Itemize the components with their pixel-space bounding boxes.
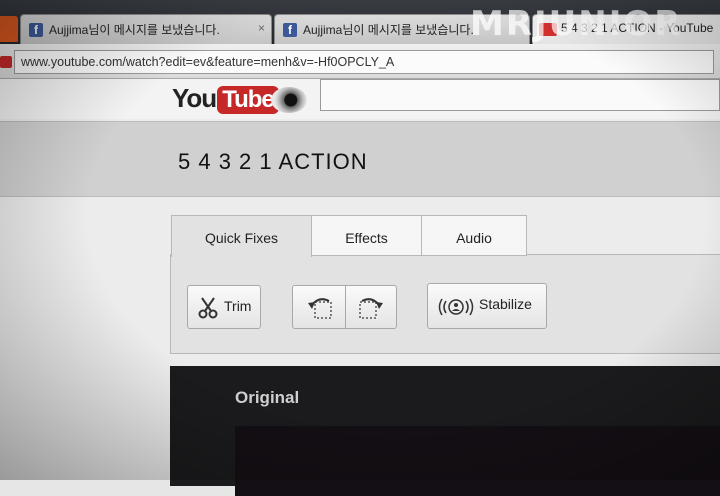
rotate-left-button[interactable]: [292, 285, 346, 329]
logo-tube-text: Tube: [217, 86, 279, 114]
rotate-right-icon: [359, 298, 383, 319]
page: You Tube 5 4 3 2 1 ACTION Quick Fixes Eff…: [0, 79, 720, 496]
facebook-icon: f: [283, 23, 297, 37]
search-input[interactable]: [320, 79, 720, 111]
close-tab-icon[interactable]: ×: [258, 21, 265, 35]
rotate-left-icon: [308, 298, 332, 319]
browser-menu-button[interactable]: [0, 16, 18, 42]
youtube-logo[interactable]: You Tube: [172, 83, 307, 119]
video-player[interactable]: [235, 426, 720, 496]
tab-label: Aujjima님이 메시지를 보냈습니다.: [49, 23, 220, 37]
page-title: 5 4 3 2 1 ACTION: [178, 149, 368, 174]
tab-label: Aujjima님이 메시지를 보냈습니다.: [303, 23, 474, 37]
url-field[interactable]: www.youtube.com/watch?edit=ev&feature=me…: [14, 50, 714, 74]
address-bar: www.youtube.com/watch?edit=ev&feature=me…: [0, 44, 720, 79]
tab-quick-fixes[interactable]: Quick Fixes: [171, 215, 312, 257]
stabilize-label: Stabilize: [479, 296, 532, 312]
stabilize-icon: [438, 298, 474, 316]
stabilize-button[interactable]: Stabilize: [427, 283, 547, 329]
trim-button[interactable]: Trim: [187, 285, 261, 329]
title-band: 5 4 3 2 1 ACTION: [0, 121, 720, 197]
trim-label: Trim: [224, 298, 252, 314]
tab-effects[interactable]: Effects: [311, 215, 422, 256]
original-label: Original: [235, 388, 300, 407]
youtube-icon: [0, 56, 12, 68]
camera-lens-icon: [270, 87, 307, 113]
tab-audio[interactable]: Audio: [421, 215, 527, 256]
editor-panel: Quick Fixes Effects Audio Trim Stabilize: [170, 215, 720, 354]
browser-tab-facebook-1[interactable]: f Aujjima님이 메시지를 보냈습니다. ×: [20, 14, 272, 44]
facebook-icon: f: [29, 23, 43, 37]
rotate-right-button[interactable]: [345, 285, 397, 329]
logo-you-text: You: [172, 83, 217, 113]
video-preview-area: Original: [170, 366, 720, 496]
browser-tab-strip: f Aujjima님이 메시지를 보냈습니다. × f Aujjima님이 메시…: [0, 0, 720, 44]
watermark: MRJUNIOR: [470, 4, 683, 44]
scissors-icon: [198, 297, 218, 319]
